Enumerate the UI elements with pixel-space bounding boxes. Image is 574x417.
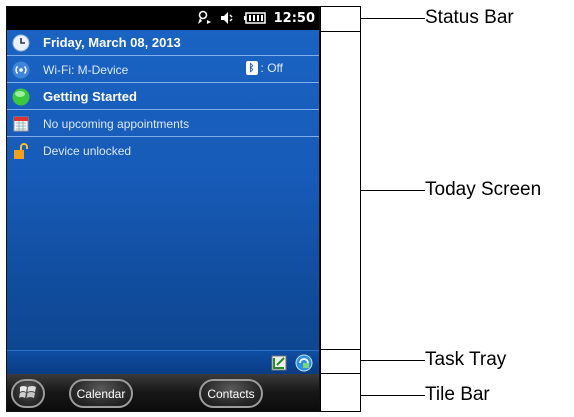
- task-tray-top-divider: [320, 349, 361, 350]
- getting-started-icon: [10, 86, 32, 108]
- appointments-row[interactable]: No upcoming appointments: [7, 111, 319, 137]
- contacts-tile-button[interactable]: Contacts: [199, 379, 263, 408]
- start-button[interactable]: [11, 379, 45, 408]
- windows-logo-icon: [19, 384, 37, 403]
- wifi-row[interactable]: Wi-Fi: M-Device ᛒ : Off: [7, 57, 319, 83]
- today-screen-leader: [361, 190, 425, 191]
- callout-column: [320, 6, 361, 412]
- clock-icon: [10, 32, 32, 54]
- wifi-status: Wi-Fi: M-Device: [43, 62, 129, 77]
- tile-bar-leader: [361, 395, 425, 396]
- battery-icon[interactable]: [243, 12, 266, 24]
- bluetooth-status[interactable]: ᛒ : Off: [245, 61, 283, 75]
- today-date: Friday, March 08, 2013: [43, 35, 181, 50]
- tile-bar-label: Tile Bar: [425, 384, 490, 405]
- task-tray-bottom-divider: [320, 373, 361, 374]
- device-lock-row[interactable]: Device unlocked: [7, 138, 319, 164]
- status-bar[interactable]: 12:50: [7, 7, 319, 30]
- getting-started-row[interactable]: Getting Started: [7, 84, 319, 110]
- speaker-muted-icon[interactable]: [220, 11, 236, 25]
- tile-bar: Calendar Contacts: [7, 374, 319, 411]
- calendar-tile-button[interactable]: Calendar: [69, 379, 133, 408]
- device-lock-status: Device unlocked: [43, 144, 132, 158]
- bluetooth-icon: ᛒ: [245, 61, 258, 75]
- status-time[interactable]: 12:50: [274, 11, 315, 26]
- today-date-row[interactable]: Friday, March 08, 2013: [7, 30, 319, 56]
- status-bar-divider: [320, 31, 361, 32]
- today-screen: Friday, March 08, 2013 Wi-Fi: M-Device ᛒ…: [7, 30, 319, 350]
- phone-alert-icon[interactable]: [196, 10, 212, 26]
- getting-started: Getting Started: [43, 89, 137, 104]
- wifi-icon: [10, 59, 32, 81]
- status-bar-leader: [361, 18, 425, 19]
- status-icons: 12:50: [196, 10, 315, 26]
- task-tray-label: Task Tray: [425, 349, 507, 370]
- unlocked-padlock-icon: [10, 140, 32, 162]
- bluetooth-state: : Off: [260, 61, 283, 75]
- task-tray-leader: [361, 360, 425, 361]
- status-bar-label: Status Bar: [425, 7, 514, 28]
- task-tray: [7, 350, 319, 376]
- appointments: No upcoming appointments: [43, 116, 190, 131]
- device-screen: 12:50 Friday, March 08, 2013 Wi-Fi: M-De…: [6, 6, 320, 412]
- diagram-stage: 12:50 Friday, March 08, 2013 Wi-Fi: M-De…: [0, 0, 574, 417]
- calendar-icon: [10, 113, 32, 135]
- today-screen-label: Today Screen: [425, 179, 542, 200]
- sync-tray-icon[interactable]: [271, 355, 287, 376]
